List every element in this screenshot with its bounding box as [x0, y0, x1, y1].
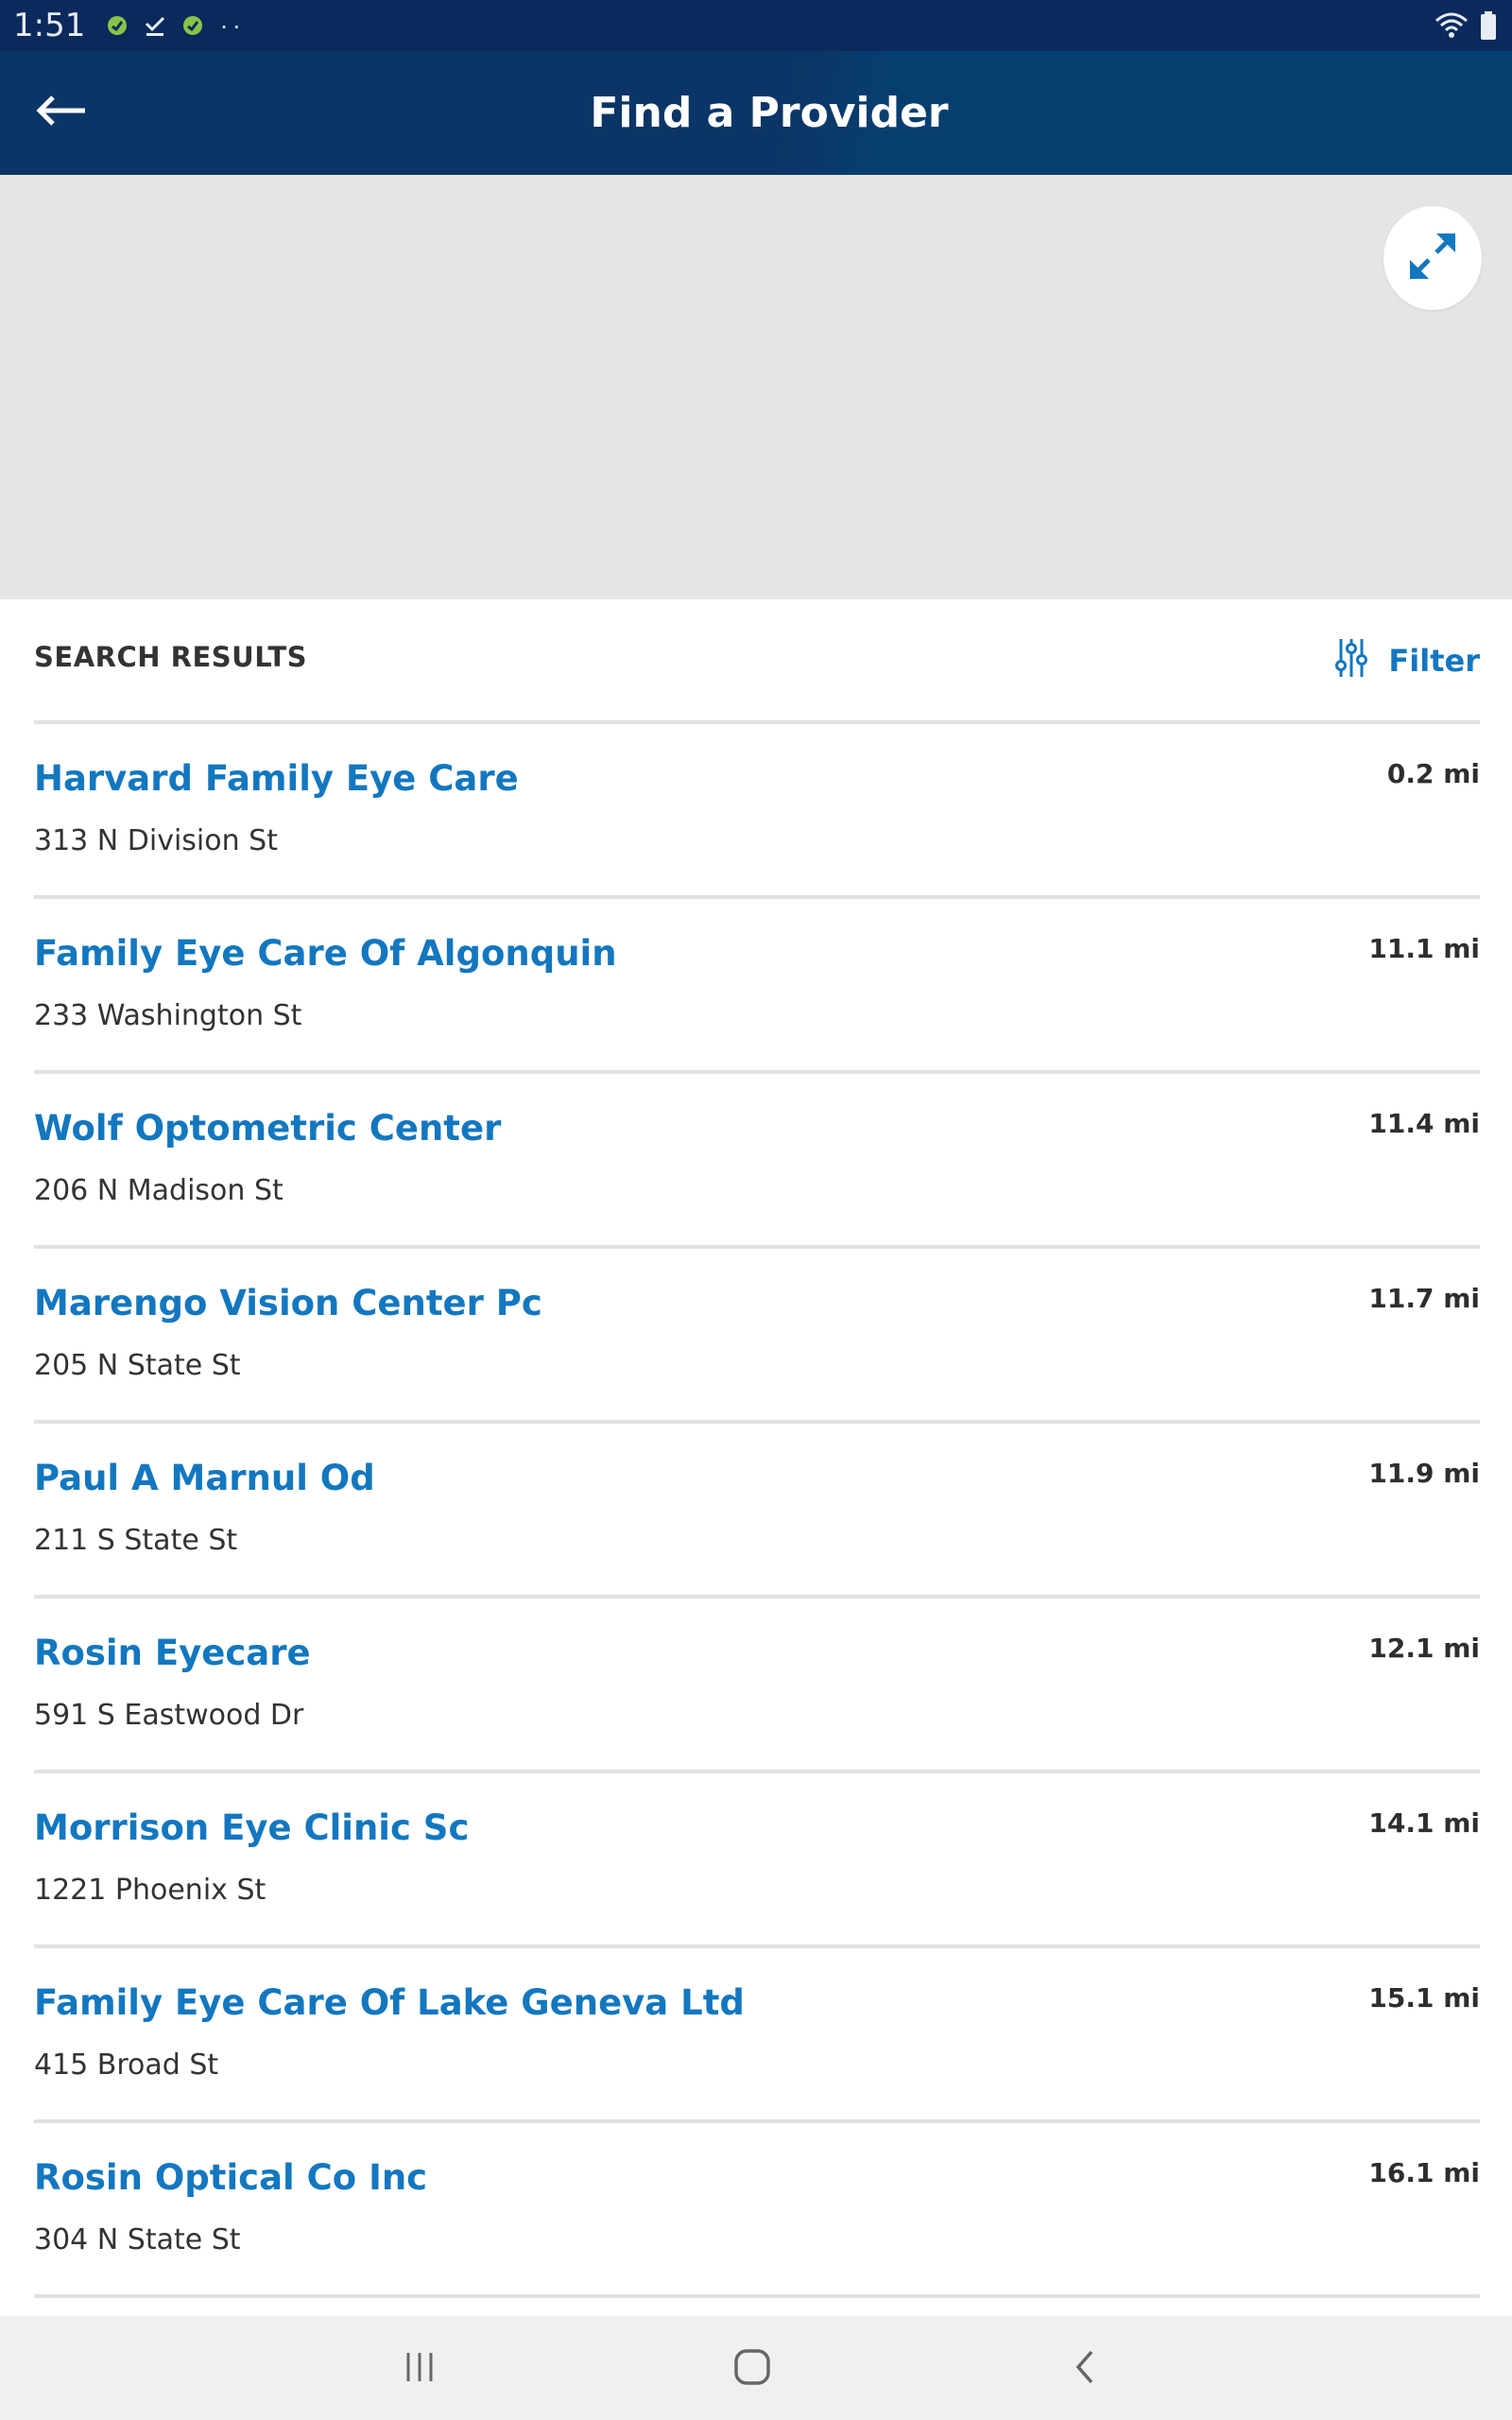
filter-button[interactable]: Filter — [1335, 637, 1480, 683]
home-button[interactable] — [724, 2342, 781, 2395]
sliders-icon — [1335, 637, 1368, 683]
status-time: 1:51 — [13, 7, 86, 44]
provider-address: 205 N State St — [34, 1349, 241, 1382]
page-title: Find a Provider — [590, 89, 949, 137]
provider-distance: 14.1 mi — [1368, 1807, 1480, 1839]
arrow-left-icon — [36, 95, 87, 131]
provider-list-item[interactable]: Rosin Eyecare 591 S Eastwood Dr 12.1 mi — [34, 1599, 1480, 1770]
provider-address: 591 S Eastwood Dr — [34, 1699, 304, 1732]
results-header: SEARCH RESULTS Filter — [0, 599, 1512, 722]
map-view[interactable] — [0, 175, 1512, 599]
system-nav-bar — [0, 2316, 1512, 2420]
results-title: SEARCH RESULTS — [34, 641, 308, 673]
provider-address: 415 Broad St — [34, 2048, 219, 2082]
provider-distance: 16.1 mi — [1368, 2157, 1480, 2188]
wifi-icon — [1435, 11, 1469, 44]
provider-address: 206 N Madison St — [34, 1174, 284, 1207]
vpn-leaf-icon — [106, 14, 129, 37]
provider-list-item[interactable]: Harvard Family Eye Care 313 N Division St… — [34, 724, 1480, 895]
provider-name[interactable]: Rosin Optical Co Inc — [34, 2157, 427, 2198]
provider-list-item[interactable]: Family Eye Care Of Algonquin 233 Washingt… — [34, 899, 1480, 1070]
provider-name[interactable]: Paul A Marnul Od — [34, 1458, 375, 1498]
provider-name[interactable]: Marengo Vision Center Pc — [34, 1283, 542, 1323]
provider-list-item[interactable]: Family Eye Care Of Lake Geneva Ltd 415 Br… — [34, 1948, 1480, 2119]
provider-name[interactable]: Family Eye Care Of Algonquin — [34, 933, 617, 974]
screen: 1:51 ·· Find a Provider SEARCH RESULTS F… — [0, 0, 1512, 2420]
provider-distance: 0.2 mi — [1386, 758, 1480, 789]
status-bar: 1:51 ·· — [0, 0, 1512, 51]
filter-label: Filter — [1388, 642, 1480, 679]
provider-distance: 11.9 mi — [1368, 1458, 1480, 1489]
system-back-button[interactable] — [1057, 2342, 1113, 2395]
provider-distance: 12.1 mi — [1368, 1633, 1480, 1664]
list-divider — [34, 2294, 1480, 2298]
provider-distance: 11.1 mi — [1368, 933, 1480, 964]
provider-address: 211 S State St — [34, 1524, 238, 1557]
provider-name[interactable]: Family Eye Care Of Lake Geneva Ltd — [34, 1982, 745, 2023]
vpn-leaf-icon — [181, 14, 204, 37]
provider-distance: 15.1 mi — [1368, 1982, 1480, 2014]
results-list: Harvard Family Eye Care 313 N Division St… — [34, 720, 1480, 2298]
expand-arrows-icon — [1402, 226, 1463, 291]
download-done-icon — [144, 14, 166, 37]
provider-address: 313 N Division St — [34, 824, 278, 857]
provider-name[interactable]: Wolf Optometric Center — [34, 1108, 501, 1149]
provider-address: 1221 Phoenix St — [34, 1874, 266, 1907]
provider-list-item[interactable]: Wolf Optometric Center 206 N Madison St 11… — [34, 1074, 1480, 1245]
provider-list-item[interactable]: Paul A Marnul Od 211 S State St 11.9 mi — [34, 1424, 1480, 1595]
expand-map-button[interactable] — [1383, 206, 1482, 310]
recent-apps-button[interactable] — [391, 2342, 448, 2395]
recent-apps-icon — [403, 2351, 437, 2388]
home-icon — [733, 2348, 771, 2391]
provider-distance: 11.7 mi — [1368, 1283, 1480, 1314]
provider-distance: 11.4 mi — [1368, 1108, 1480, 1139]
provider-name[interactable]: Harvard Family Eye Care — [34, 758, 519, 799]
provider-list-item[interactable]: Morrison Eye Clinic Sc 1221 Phoenix St 14.… — [34, 1773, 1480, 1945]
status-right — [1435, 11, 1497, 44]
provider-name[interactable]: Morrison Eye Clinic Sc — [34, 1807, 469, 1848]
provider-list-item[interactable]: Rosin Optical Co Inc 304 N State St 16.1 m… — [34, 2123, 1480, 2294]
provider-address: 304 N State St — [34, 2223, 241, 2256]
more-notifications: ·· — [219, 10, 246, 40]
provider-address: 233 Washington St — [34, 999, 302, 1032]
provider-list-item[interactable]: Marengo Vision Center Pc 205 N State St 11… — [34, 1249, 1480, 1420]
app-header: Find a Provider — [0, 51, 1512, 175]
provider-name[interactable]: Rosin Eyecare — [34, 1633, 311, 1673]
battery-icon — [1480, 11, 1497, 44]
back-button[interactable] — [28, 79, 94, 146]
back-chevron-icon — [1073, 2348, 1097, 2391]
